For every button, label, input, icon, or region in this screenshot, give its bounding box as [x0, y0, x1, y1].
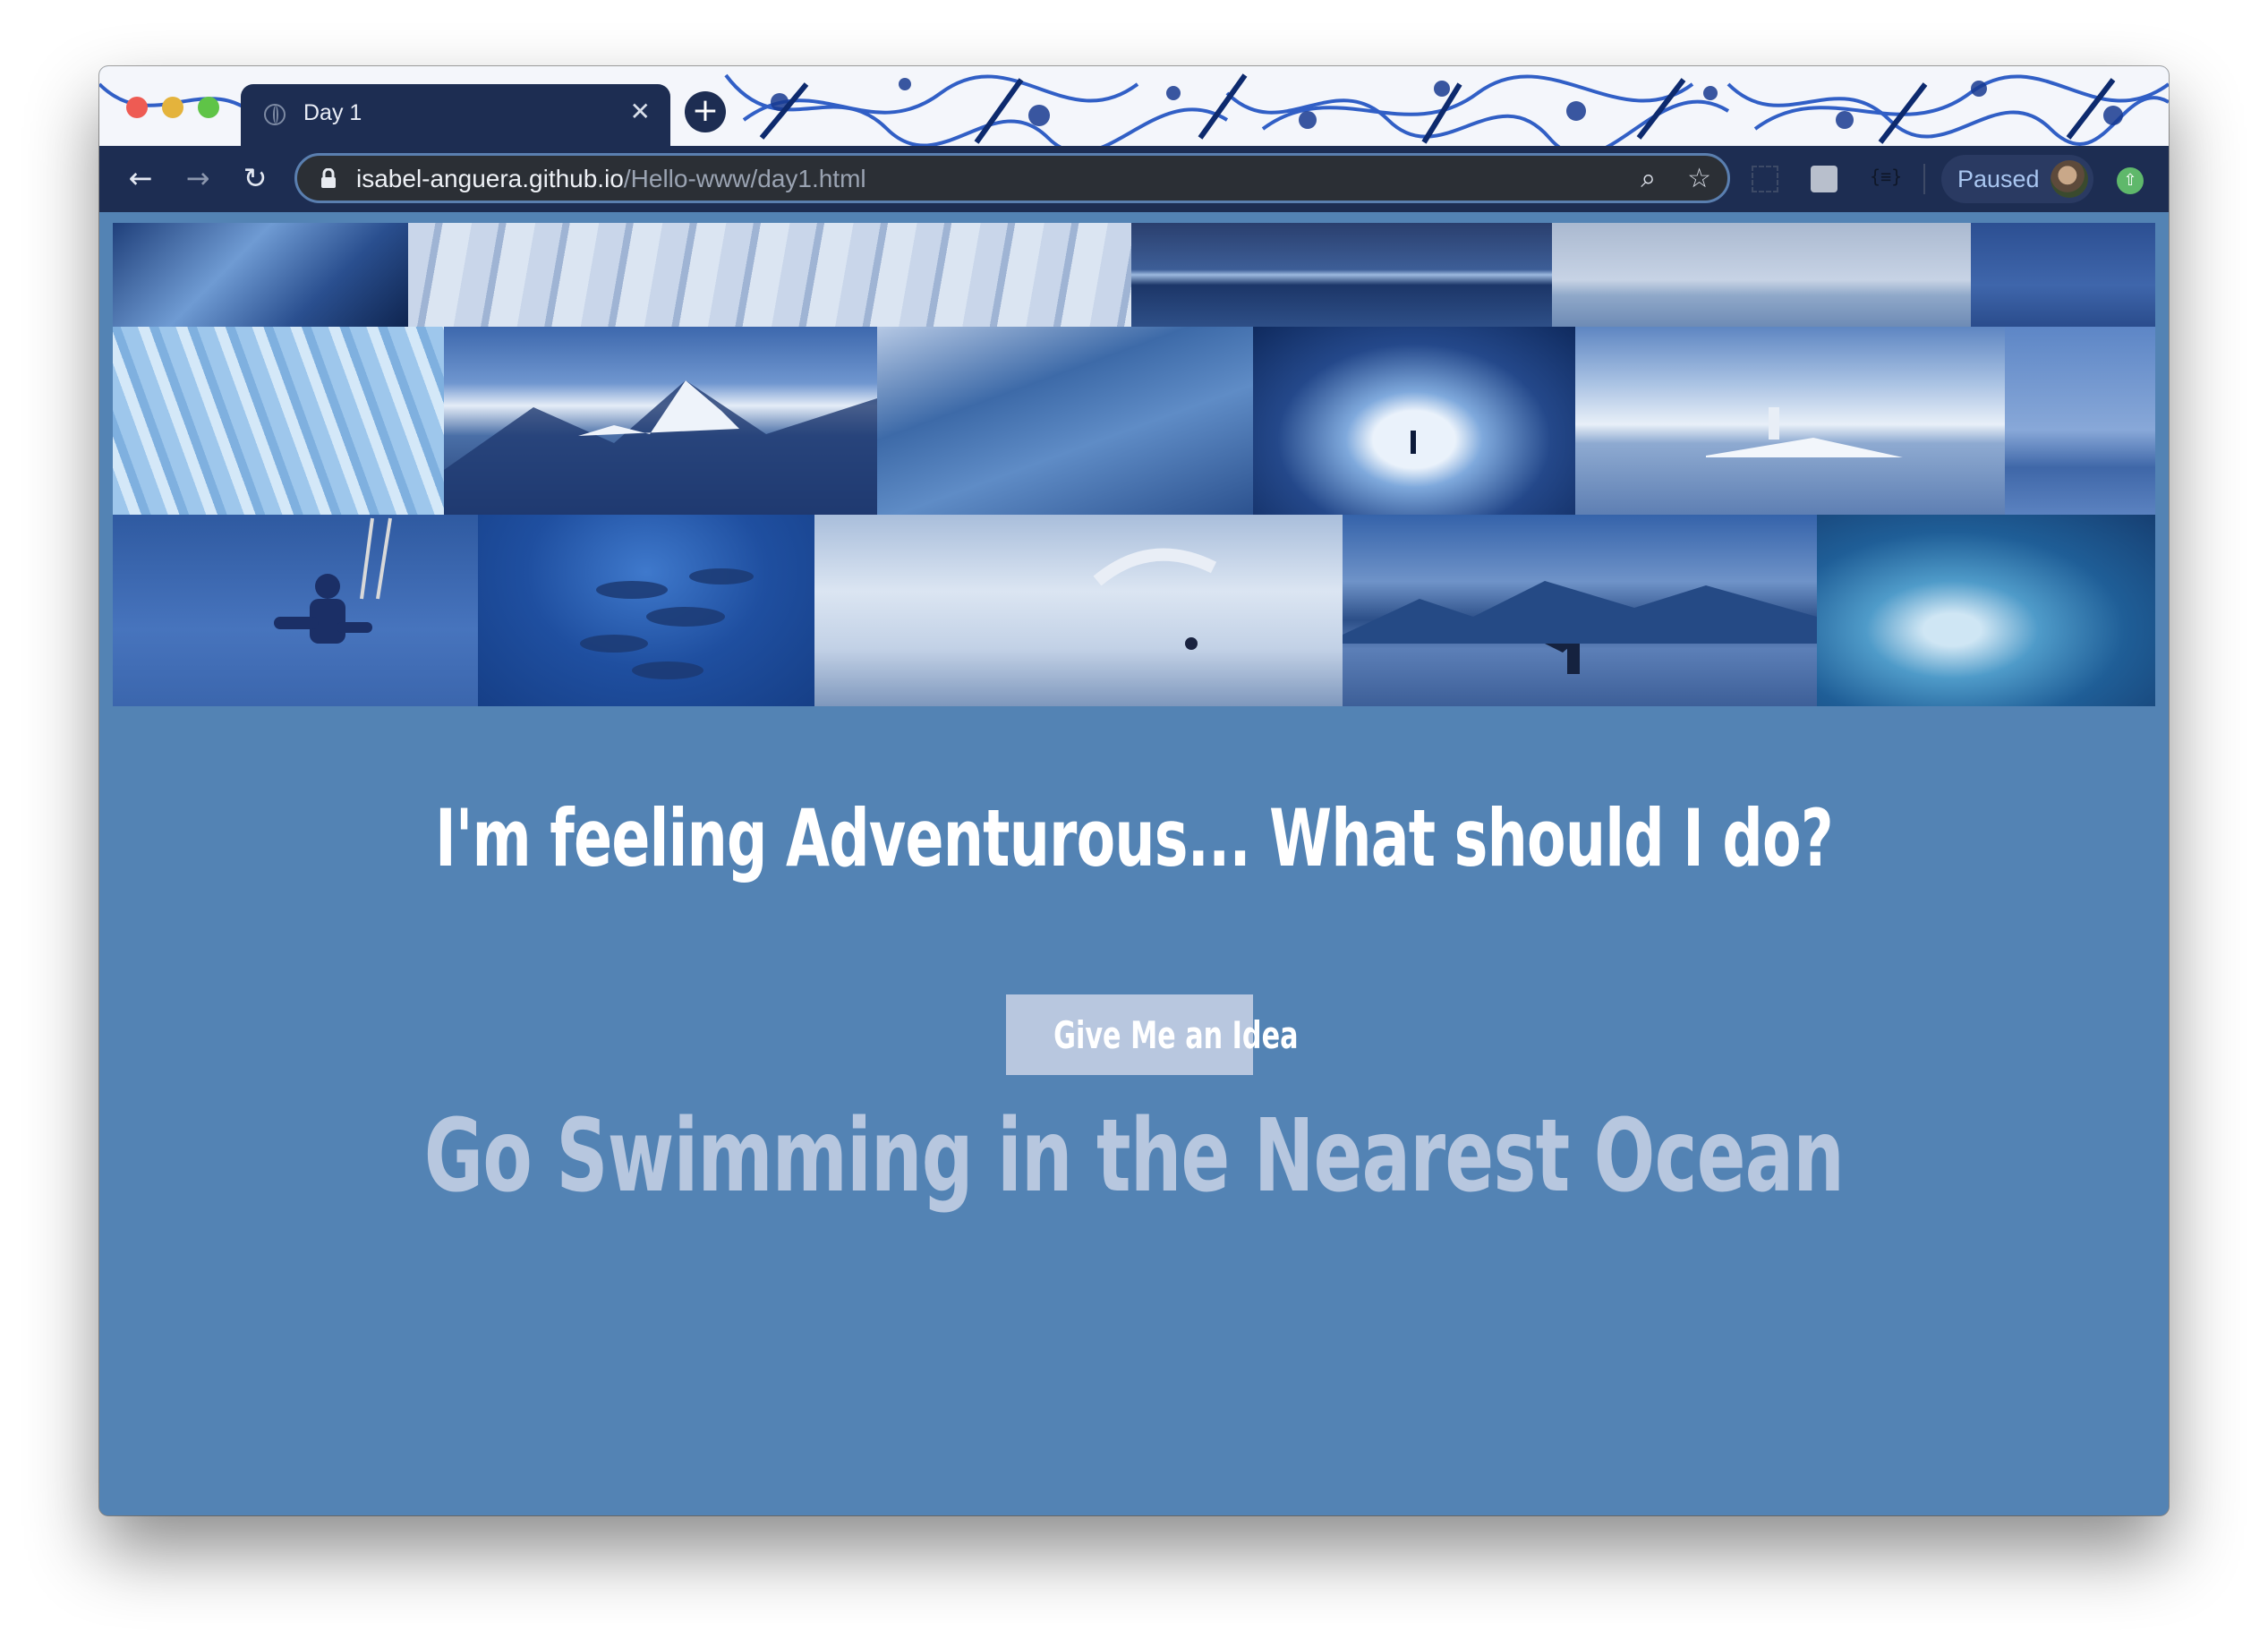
page-title: I'm feeling Adventurous... What should I…	[435, 792, 1834, 884]
page-content: I'm feeling Adventurous... What should I…	[99, 212, 2169, 1515]
url-host: isabel-anguera.github.io	[356, 165, 624, 192]
minimize-window-icon[interactable]	[162, 97, 183, 118]
suggestion-text: Go Swimming in the Nearest Ocean	[423, 1098, 1845, 1215]
new-tab-button[interactable]: +	[685, 91, 726, 132]
globe-icon	[264, 104, 286, 125]
browser-window: Day 1 ✕ + ← → ↻ isabel-anguera.github.io…	[99, 66, 2169, 1515]
browser-toolbar: ← → ↻ isabel-anguera.github.io/Hello-www…	[99, 146, 2169, 212]
maximize-window-icon[interactable]	[198, 97, 219, 118]
avatar	[2051, 160, 2088, 198]
profile-button[interactable]: Paused	[1941, 155, 2093, 203]
extension-icon[interactable]	[1811, 166, 1837, 192]
address-bar[interactable]: isabel-anguera.github.io/Hello-www/day1.…	[294, 153, 1730, 203]
close-window-icon[interactable]	[126, 97, 148, 118]
tab-title: Day 1	[303, 100, 362, 125]
close-tab-icon[interactable]: ✕	[630, 97, 651, 126]
give-idea-button-label: Give Me an Idea	[1053, 1012, 1299, 1057]
give-idea-button[interactable]: Give Me an Idea	[1006, 994, 1298, 1075]
profile-status: Paused	[1957, 166, 2040, 192]
forward-arrow-icon[interactable]: →	[180, 160, 216, 196]
url-path: /Hello-www/day1.html	[623, 165, 866, 192]
tab-strip: Day 1 ✕ +	[99, 66, 2169, 146]
bookmark-star-icon[interactable]: ☆	[1687, 163, 1711, 194]
lock-icon	[321, 168, 336, 188]
screenshot-extension-icon[interactable]	[1752, 166, 1778, 192]
reload-icon[interactable]: ↻	[237, 160, 273, 196]
zoom-icon[interactable]: ⌕	[1641, 163, 1656, 194]
tab-day1[interactable]: Day 1 ✕	[241, 84, 670, 146]
photo-collage	[113, 223, 2155, 706]
collage-details	[274, 380, 1903, 679]
url-text[interactable]: isabel-anguera.github.io/Hello-www/day1.…	[356, 165, 866, 193]
json-extension-icon[interactable]: {≡}	[1870, 166, 1902, 187]
back-arrow-icon[interactable]: ←	[123, 160, 158, 196]
update-icon[interactable]: ⇧	[2117, 167, 2144, 194]
toolbar-divider	[1923, 164, 1925, 194]
